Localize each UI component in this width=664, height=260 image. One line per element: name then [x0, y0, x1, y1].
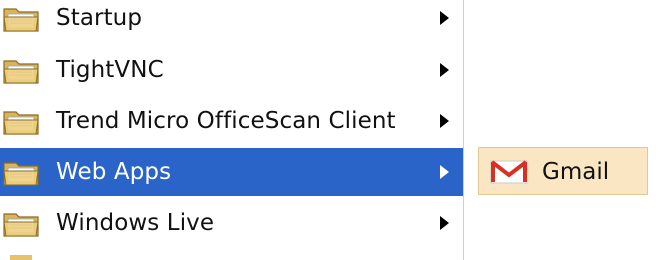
- submenu-arrow-icon: [440, 216, 449, 230]
- menu-item-web-apps[interactable]: Web Apps: [0, 148, 463, 196]
- folder-icon: [3, 111, 39, 135]
- next-menu-item-partial: [0, 255, 463, 260]
- menu-item-label: Startup: [56, 5, 143, 31]
- menu-item-startup[interactable]: Startup: [0, 0, 463, 42]
- folder-icon: [3, 162, 39, 186]
- submenu-arrow-icon: [440, 165, 449, 179]
- menu-item-tightvnc[interactable]: TightVNC: [0, 46, 463, 94]
- submenu-item-label: Gmail: [542, 159, 610, 185]
- menu-item-label: Windows Live: [56, 210, 215, 236]
- menu-item-label: TightVNC: [56, 57, 164, 83]
- menu-item-label: Web Apps: [56, 159, 172, 185]
- programs-menu: Startup TightVNC Trend Micro OfficeScan …: [0, 0, 464, 260]
- menu-item-trend-micro[interactable]: Trend Micro OfficeScan Client: [0, 97, 463, 145]
- submenu-arrow-icon: [440, 63, 449, 77]
- folder-icon: [3, 60, 39, 84]
- folder-icon: [3, 8, 39, 32]
- submenu-arrow-icon: [440, 114, 449, 128]
- gmail-icon: [490, 160, 528, 184]
- web-apps-submenu: [464, 0, 664, 260]
- folder-icon: [3, 213, 39, 237]
- submenu-arrow-icon: [440, 11, 449, 25]
- menu-item-label: Trend Micro OfficeScan Client: [56, 108, 396, 134]
- menu-item-windows-live[interactable]: Windows Live: [0, 199, 463, 247]
- submenu-item-gmail[interactable]: Gmail: [478, 147, 648, 195]
